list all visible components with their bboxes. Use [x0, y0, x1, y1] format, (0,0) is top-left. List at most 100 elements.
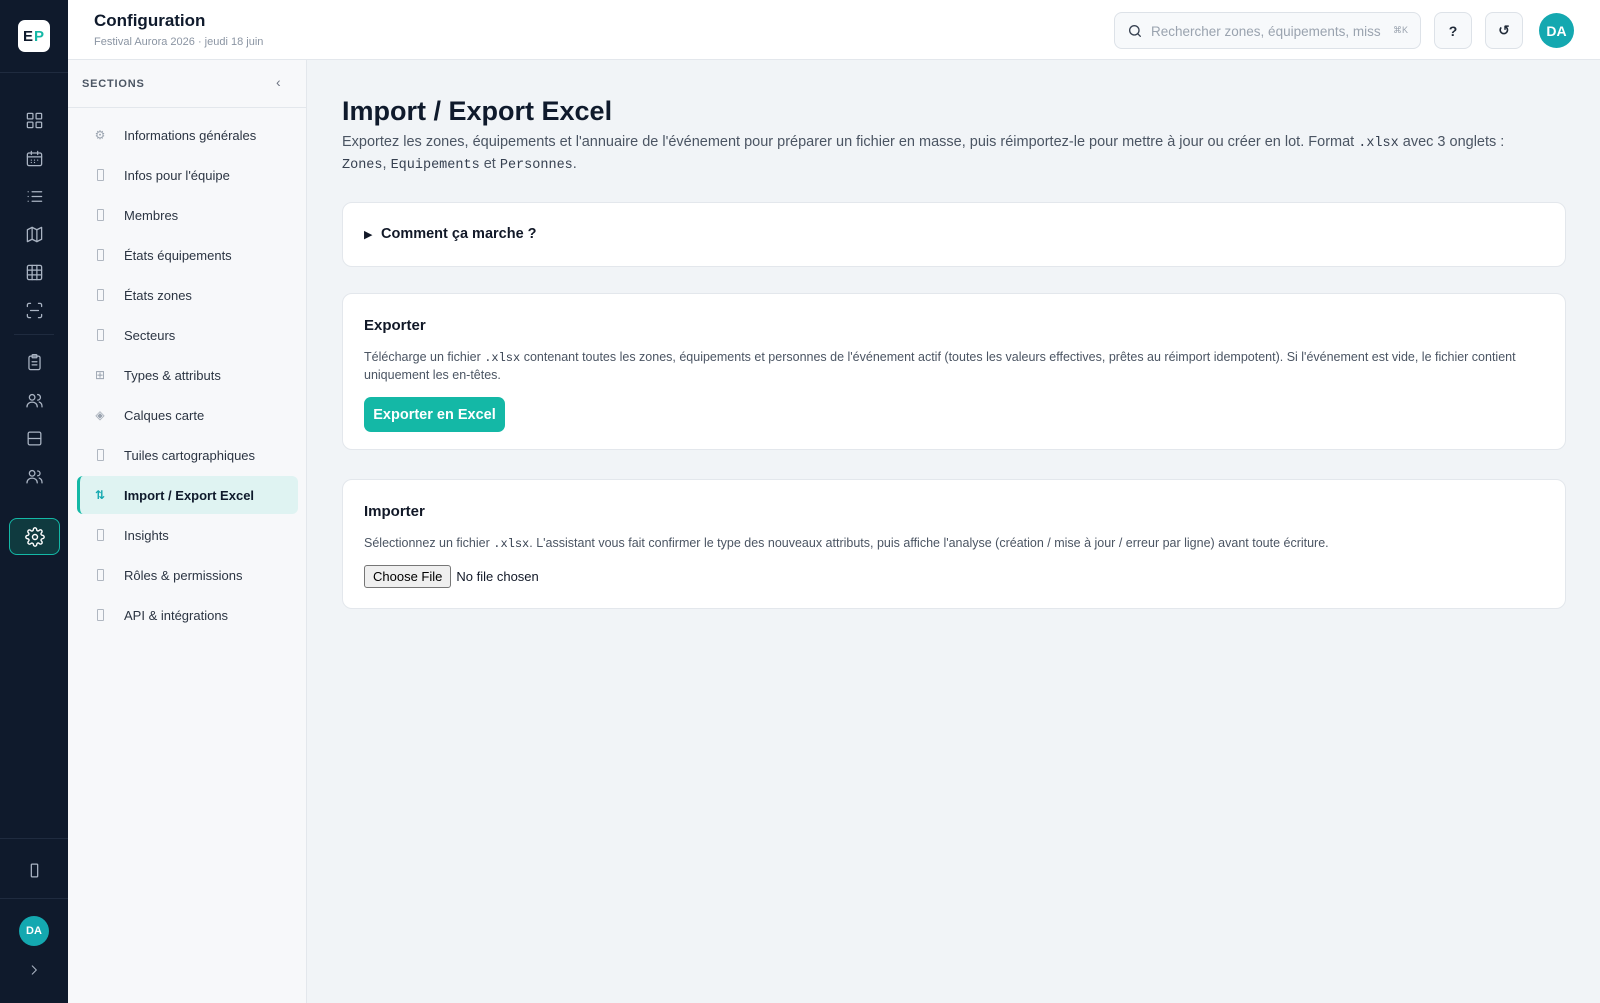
clipboard-icon[interactable]: [22, 350, 46, 374]
section-item-informations-generales[interactable]: ⚙ Informations générales: [77, 116, 298, 154]
export-description: Télécharge un fichier .xlsx contenant to…: [364, 349, 1534, 384]
choose-file-button[interactable]: Choose File: [364, 565, 452, 588]
app-rail: EP DA: [0, 0, 68, 1003]
gear-icon: ⚙: [94, 128, 106, 142]
section-item-label: Rôles & permissions: [124, 567, 243, 583]
sections-header: SECTIONS ‹: [68, 60, 307, 108]
section-item-label: États zones: [124, 287, 192, 303]
section-item-label: Calques carte: [124, 407, 205, 423]
scan-icon[interactable]: [22, 298, 46, 322]
how-it-works-disclosure[interactable]: ▶ Comment ça marche ?: [342, 202, 1566, 267]
placeholder-icon: [90, 249, 110, 261]
rail-user-avatar[interactable]: DA: [19, 916, 49, 946]
dashboard-icon[interactable]: [22, 108, 46, 132]
section-item-membres[interactable]: Membres: [77, 196, 298, 234]
desc-text: ,: [382, 156, 391, 172]
placeholder-icon: [90, 449, 110, 461]
section-item-label: Insights: [124, 527, 169, 543]
rail-divider: [14, 334, 54, 335]
section-item-insights[interactable]: Insights: [77, 516, 298, 554]
help-button[interactable]: ?: [1434, 12, 1472, 49]
section-item-roles-permissions[interactable]: Rôles & permissions: [77, 556, 298, 594]
disclosure-triangle-icon: ▶: [364, 229, 373, 241]
desc-text: . L'assistant vous fait confirmer le typ…: [529, 536, 1329, 550]
top-bar: Configuration Festival Aurora 2026 · jeu…: [68, 0, 1600, 60]
desc-text: .: [572, 156, 577, 172]
file-input[interactable]: Choose File No file chosen: [364, 565, 539, 588]
section-item-label: API & intégrations: [124, 607, 229, 623]
section-item-types-attributs[interactable]: ⊞ Types & attributs: [77, 356, 298, 394]
search-icon: [1127, 23, 1143, 39]
list-icon[interactable]: [22, 184, 46, 208]
rail-divider: [0, 898, 68, 899]
diamond-icon: ◈: [95, 408, 105, 422]
main-content: Import / Export Excel Exportez les zones…: [307, 60, 1600, 1003]
search-input[interactable]: [1151, 19, 1381, 43]
search-box[interactable]: ⌘K: [1114, 12, 1421, 49]
export-card: Exporter Télécharge un fichier .xlsx con…: [342, 293, 1566, 450]
logo-letter-p: P: [34, 27, 46, 45]
desc-format: .xlsx: [484, 351, 521, 365]
how-it-works-label: Comment ça marche ?: [381, 226, 537, 242]
rail-divider: [0, 72, 68, 73]
section-item-label: Types & attributs: [124, 367, 221, 383]
collapse-sidebar-button[interactable]: ‹: [276, 74, 281, 90]
desc-tab-personnes: Personnes: [499, 158, 573, 173]
section-item-api-integrations[interactable]: API & intégrations: [77, 596, 298, 634]
section-item-secteurs[interactable]: Secteurs: [77, 316, 298, 354]
calendar-icon[interactable]: [22, 146, 46, 170]
section-item-etats-zones[interactable]: États zones: [77, 276, 298, 314]
file-status: No file chosen: [456, 569, 539, 584]
section-item-infos-equipe[interactable]: Infos pour l'équipe: [77, 156, 298, 194]
event-subtitle: Festival Aurora 2026 · jeudi 18 juin: [94, 36, 264, 48]
section-item-tuiles-cartographiques[interactable]: Tuiles cartographiques: [77, 436, 298, 474]
page-description: Exportez les zones, équipements et l'ann…: [342, 132, 1572, 176]
chevron-right-icon[interactable]: [26, 962, 42, 978]
section-item-calques-carte[interactable]: ◈ Calques carte: [77, 396, 298, 434]
team-icon[interactable]: [22, 464, 46, 488]
placeholder-icon: [90, 329, 110, 341]
sections-sidebar: SECTIONS ‹ ⚙ Informations générales Info…: [68, 60, 307, 1003]
section-item-label: Infos pour l'équipe: [124, 167, 230, 183]
device-icon[interactable]: [22, 858, 46, 882]
desc-text: Sélectionnez un fichier: [364, 536, 494, 550]
users-icon[interactable]: [22, 388, 46, 412]
search-shortcut-hint: ⌘K: [1392, 25, 1408, 35]
placeholder-icon: [90, 569, 110, 581]
desc-tab-equipements: Equipements: [390, 158, 480, 173]
desc-text: Télécharge un fichier: [364, 350, 485, 364]
desc-format: .xlsx: [1358, 136, 1399, 151]
desc-format: .xlsx: [493, 537, 530, 551]
page-header-title: Configuration: [94, 11, 206, 30]
grid-icon: ⊞: [94, 368, 106, 382]
rail-divider: [0, 838, 68, 839]
section-item-label: Import / Export Excel: [124, 487, 255, 503]
refresh-button[interactable]: ↺: [1485, 12, 1523, 49]
sections-heading: SECTIONS: [82, 78, 145, 90]
app-logo[interactable]: EP: [18, 20, 50, 52]
map-icon[interactable]: [22, 222, 46, 246]
import-card: Importer Sélectionnez un fichier .xlsx. …: [342, 479, 1566, 609]
section-item-import-export-excel[interactable]: ⇅ Import / Export Excel: [77, 476, 298, 514]
placeholder-icon: [90, 289, 110, 301]
grid-table-icon[interactable]: [22, 260, 46, 284]
inbox-icon[interactable]: [22, 426, 46, 450]
logo-letter-e: E: [22, 27, 34, 45]
section-item-label: États équipements: [124, 247, 232, 263]
settings-gear-icon[interactable]: [9, 518, 60, 555]
placeholder-icon: [90, 169, 110, 181]
export-title: Exporter: [364, 317, 426, 334]
swap-arrows-icon: ⇅: [94, 488, 106, 502]
section-item-label: Informations générales: [124, 127, 257, 143]
export-excel-button[interactable]: Exporter en Excel: [364, 397, 505, 432]
import-title: Importer: [364, 503, 425, 520]
section-item-etats-equipements[interactable]: États équipements: [77, 236, 298, 274]
desc-text: et: [479, 156, 500, 172]
section-item-label: Membres: [124, 207, 179, 223]
desc-text: contenant toutes les zones, équipements …: [364, 350, 1516, 382]
desc-text: Exportez les zones, équipements et l'ann…: [342, 134, 1359, 150]
user-avatar[interactable]: DA: [1539, 13, 1574, 48]
import-description: Sélectionnez un fichier .xlsx. L'assista…: [364, 535, 1534, 553]
desc-tab-zones: Zones: [342, 158, 383, 173]
desc-text: avec 3 onglets :: [1398, 134, 1505, 150]
